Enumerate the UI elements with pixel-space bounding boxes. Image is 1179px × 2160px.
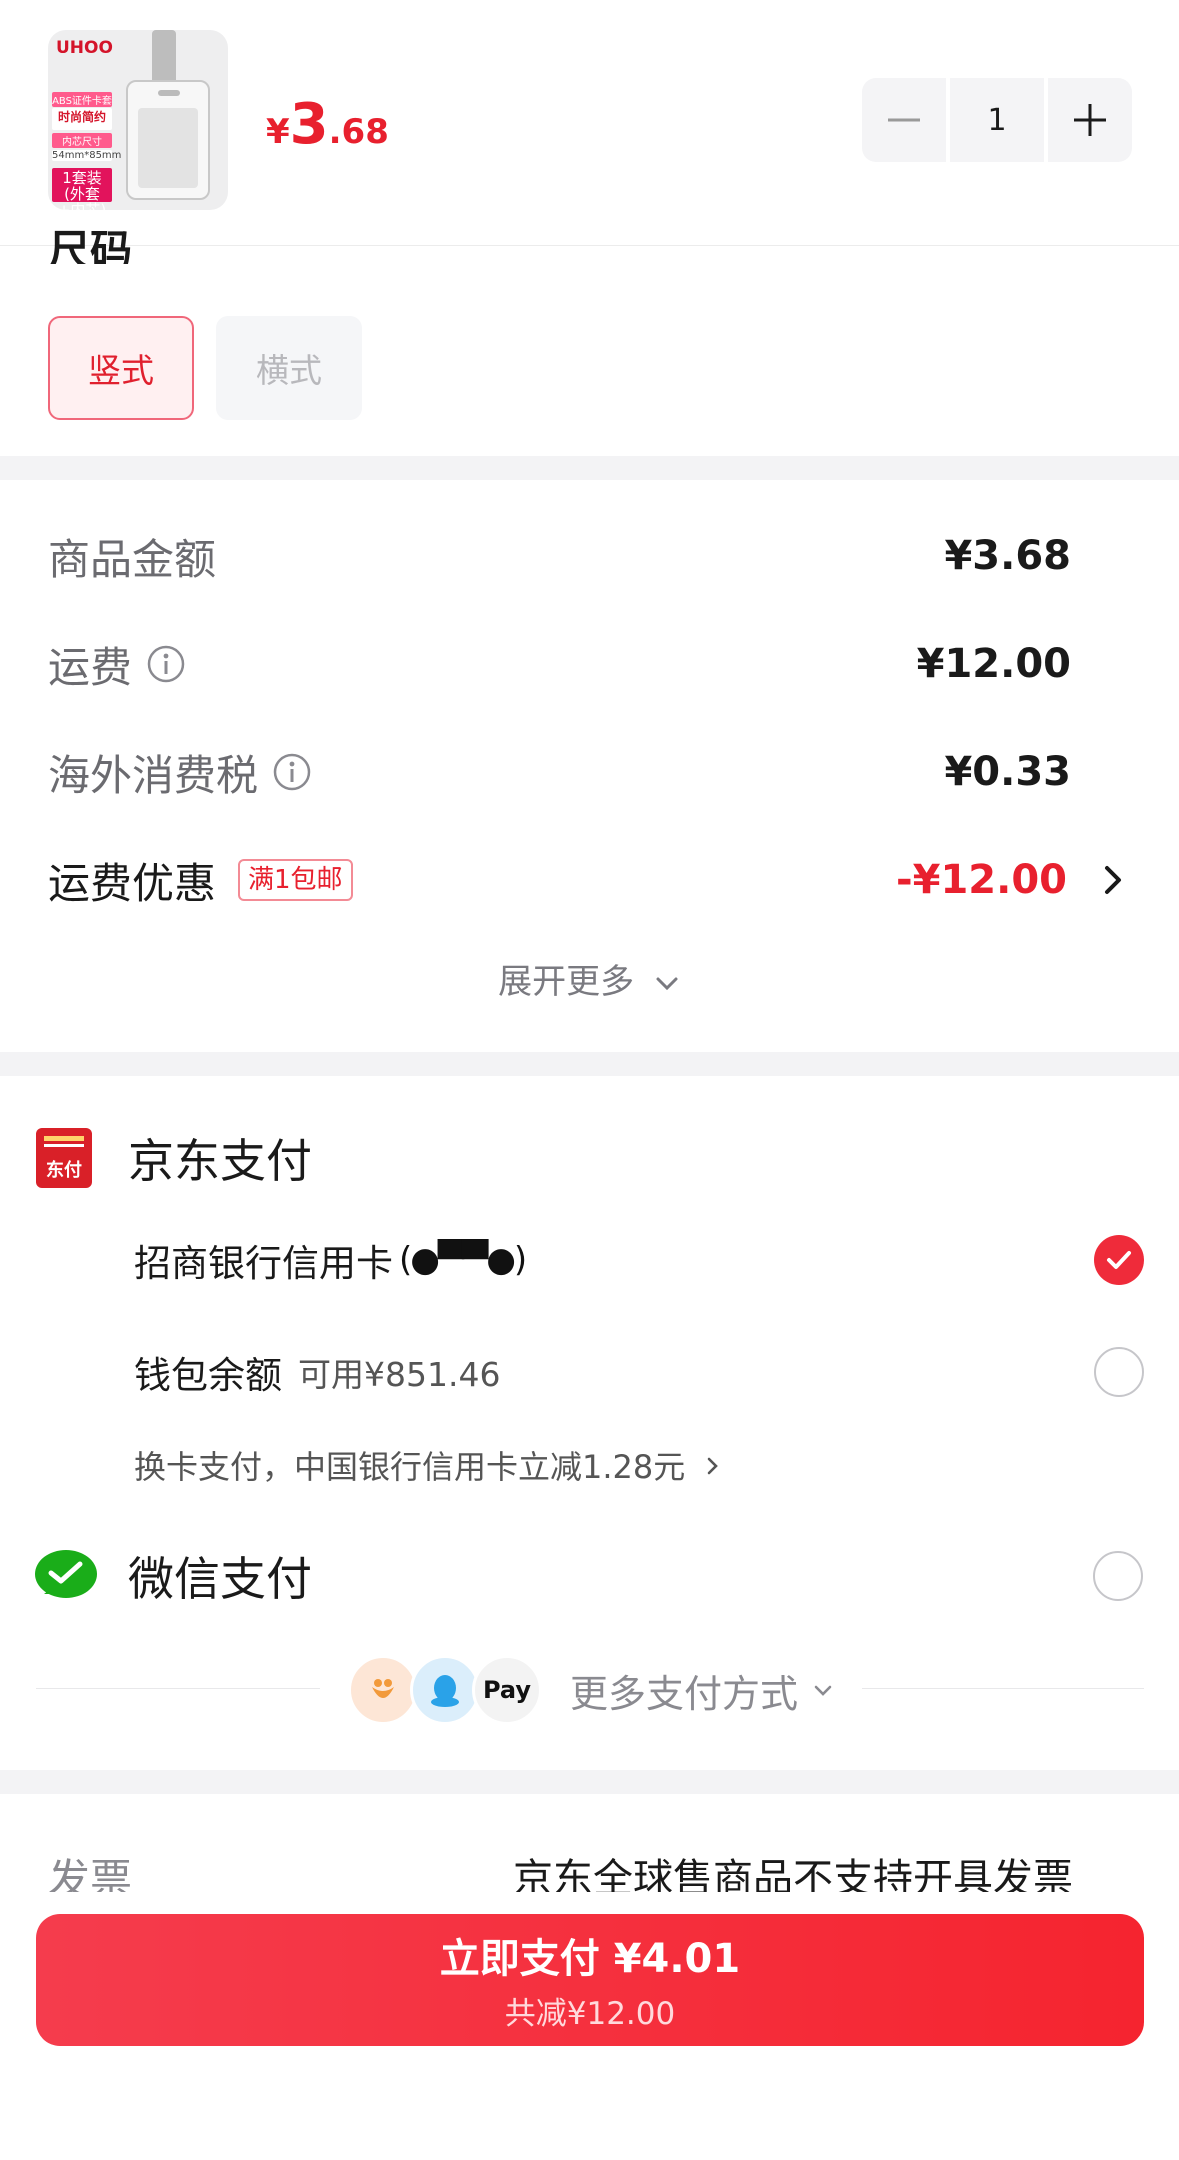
chevron-down-icon	[814, 1685, 832, 1696]
minus-icon	[888, 118, 920, 122]
wechat-pay-option[interactable]: 微信支付	[35, 1536, 1143, 1616]
shipping-label: 运费	[48, 642, 133, 692]
card-hole	[158, 90, 180, 96]
chevron-right-icon[interactable]	[1098, 860, 1128, 900]
radio-unselected[interactable]	[1093, 1551, 1143, 1601]
price-integer: 3	[289, 92, 329, 157]
divider-line	[862, 1688, 1144, 1689]
pay-now-label: 立即支付 ¥4.01	[439, 1936, 741, 1982]
bottom-pay-bar: 立即支付 ¥4.01 共减¥12.00	[0, 1892, 1179, 2160]
price-decimal: .68	[328, 112, 389, 152]
expand-more-label: 展开更多	[498, 962, 635, 1002]
card-promo-text: 换卡支付，中国银行信用卡立减1.28元	[134, 1448, 686, 1486]
goods-amount-label: 商品金额	[48, 534, 217, 584]
size-option-horizontal[interactable]: 横式	[216, 316, 362, 420]
size-option-vertical[interactable]: 竖式	[48, 316, 194, 420]
product-summary: UHOO ABS证件卡套 时尚简约 内芯尺寸 54mm*85mm 1套装 (外套…	[0, 0, 1179, 246]
goods-amount-value: ¥3.68	[944, 533, 1071, 579]
tax-label: 海外消费税	[48, 750, 259, 800]
more-payment-label: 更多支付方式	[570, 1671, 799, 1716]
expand-more-link[interactable]: 展开更多	[0, 954, 1179, 1003]
thumb-tag: 54mm*85mm	[52, 150, 122, 161]
wechat-pay-icon	[35, 1550, 97, 1598]
payment-method-icon	[410, 1655, 480, 1725]
invoice-value: 京东全球售商品不支持开具发票	[513, 1856, 1073, 1894]
goods-amount-row: 商品金额 ¥3.68	[48, 526, 1128, 586]
more-payment-methods[interactable]: Pay 更多支付方式	[348, 1652, 834, 1728]
divider-line	[36, 1688, 320, 1689]
free-shipping-badge: 满1包邮	[238, 859, 353, 901]
jd-pay-icon-text: 东付	[46, 1159, 82, 1181]
shipping-row: 运费 ¥12.00	[48, 634, 1128, 694]
lanyard-strap	[152, 30, 176, 86]
thumb-tag: ABS证件卡套	[52, 92, 112, 107]
section-divider	[0, 456, 1179, 480]
shipping-label-wrap: 运费	[48, 634, 186, 695]
chevron-down-icon	[656, 977, 678, 991]
thumb-tag: 时尚简约	[52, 108, 112, 130]
shipping-discount-label: 运费优惠	[48, 858, 217, 908]
wallet-label: 钱包余额	[134, 1354, 282, 1397]
payment-method-icon	[348, 1655, 418, 1725]
card-inner	[138, 108, 198, 188]
jd-pay-header[interactable]: 东付 京东支付	[36, 1118, 1136, 1198]
card-holder-graphic	[126, 80, 210, 200]
invoice-label: 发票	[48, 1855, 133, 1894]
price-symbol: ¥	[266, 112, 290, 152]
thumb-tag: 内芯尺寸	[52, 133, 112, 148]
shipping-value: ¥12.00	[916, 641, 1071, 687]
shipping-discount-row[interactable]: 运费优惠 满1包邮 -¥12.00	[48, 850, 1128, 910]
shipping-discount-value: -¥12.00	[896, 857, 1067, 903]
discount-label-wrap: 运费优惠 满1包邮	[48, 850, 353, 911]
pouch-icon	[372, 1679, 394, 1698]
info-icon[interactable]	[146, 644, 186, 684]
quantity-value[interactable]: 1	[950, 78, 1044, 162]
product-price: ¥3.68	[266, 92, 389, 157]
qq-icon	[431, 1675, 459, 1707]
check-icon	[1107, 1251, 1131, 1269]
thumb-tag: 1套装 (外套+内芯)	[52, 168, 112, 210]
jd-pay-icon: 东付	[36, 1128, 92, 1188]
cmb-credit-card-option[interactable]: 招商银行信用卡 (●▀▀●)	[134, 1230, 1144, 1290]
pay-now-button[interactable]: 立即支付 ¥4.01 共减¥12.00	[36, 1914, 1144, 2046]
apple-pay-icon: Pay	[472, 1655, 542, 1725]
section-divider	[0, 1052, 1179, 1076]
size-title: 尺码	[48, 228, 133, 264]
tax-row: 海外消费税 ¥0.33	[48, 742, 1128, 802]
apple-pay-text: Pay	[482, 1676, 532, 1704]
section-divider	[0, 1770, 1179, 1794]
increase-button[interactable]	[1048, 78, 1132, 162]
jd-pay-title: 京东支付	[128, 1134, 312, 1188]
wallet-balance-option[interactable]: 钱包余额 可用¥851.46	[134, 1342, 1144, 1402]
decrease-button[interactable]	[862, 78, 946, 162]
card-promo-link[interactable]: 换卡支付，中国银行信用卡立减1.28元	[134, 1442, 721, 1488]
wallet-available: 可用¥851.46	[298, 1355, 501, 1394]
quantity-stepper: 1	[862, 78, 1132, 162]
chevron-right-icon	[708, 1457, 719, 1475]
radio-selected[interactable]	[1094, 1235, 1144, 1285]
tax-label-wrap: 海外消费税	[48, 742, 312, 803]
tax-value: ¥0.33	[944, 749, 1071, 795]
info-icon[interactable]	[272, 752, 312, 792]
plus-icon	[1074, 104, 1106, 136]
radio-unselected[interactable]	[1094, 1347, 1144, 1397]
product-thumbnail[interactable]: UHOO ABS证件卡套 时尚简约 内芯尺寸 54mm*85mm 1套装 (外套…	[48, 30, 228, 210]
wechat-pay-title: 微信支付	[128, 1552, 312, 1606]
card-number-masked: (●▀▀●)	[399, 1240, 527, 1280]
card-option-label: 招商银行信用卡	[134, 1242, 393, 1285]
total-saved-label: 共减¥12.00	[504, 1996, 676, 2032]
brand-logo: UHOO	[56, 38, 113, 58]
